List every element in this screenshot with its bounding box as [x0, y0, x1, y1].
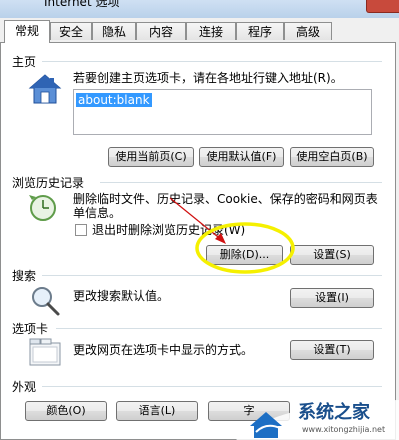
annotation-arrow [169, 197, 224, 242]
annotation-highlight-circle [195, 222, 295, 274]
watermark-logo [250, 412, 282, 438]
annotation-overlay [169, 197, 295, 274]
watermark-url: www.xitongzhijia.net [302, 425, 386, 434]
watermark-text: 系统之家 [298, 402, 370, 423]
tab-general[interactable]: 常规 [4, 20, 50, 43]
annotation-arrowhead [215, 233, 226, 244]
